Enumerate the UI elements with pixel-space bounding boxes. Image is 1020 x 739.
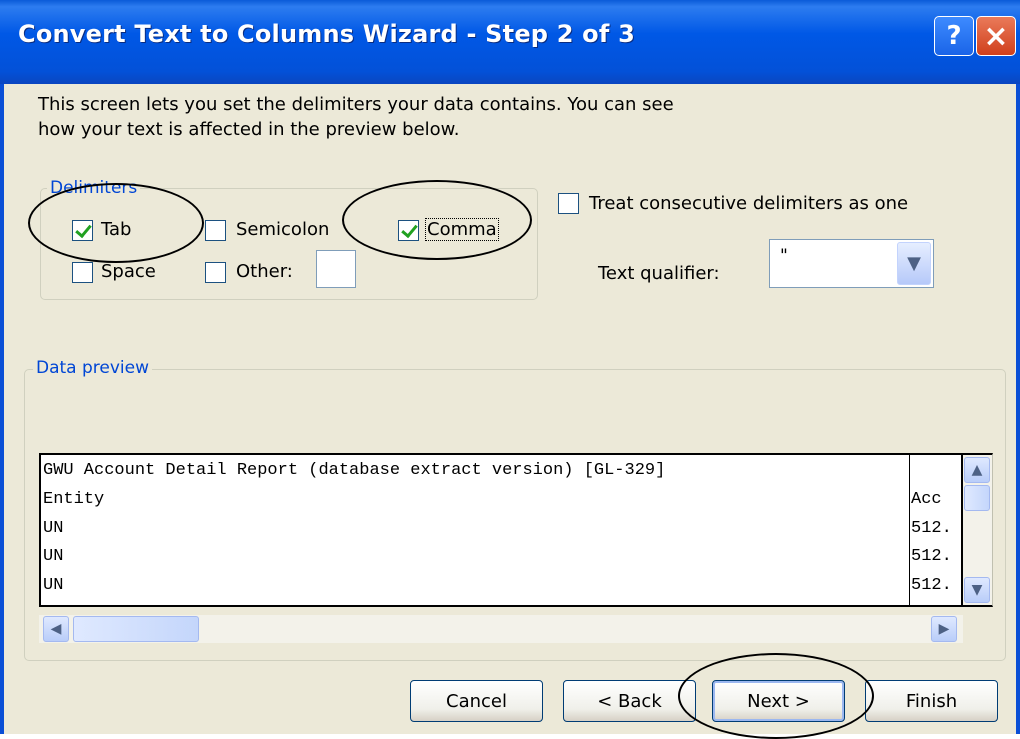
window-border-left [0,84,4,734]
tab-highlight-oval [28,183,204,263]
text-qualifier-select[interactable]: " ▼ [769,239,934,288]
intro-line-1: This screen lets you set the delimiters … [38,94,674,115]
preview-horizontal-scrollbar[interactable]: ◀ ▶ [39,615,963,643]
help-button[interactable]: ? [934,16,974,56]
finish-button[interactable]: Finish [865,680,998,722]
semicolon-checkbox[interactable] [205,220,226,241]
preview-row-1: GWU Account Detail Report (database extr… [43,461,666,480]
column-divider [909,455,910,605]
intro-text: This screen lets you set the delimiters … [38,92,798,142]
next-highlight-oval [678,653,874,739]
other-delimiter-input[interactable] [316,250,356,288]
intro-line-2: how your text is affected in the preview… [38,119,460,140]
preview-vertical-scrollbar[interactable]: ▲ ▼ [963,453,993,607]
preview-row-3: UN [43,519,64,538]
preview-row-5-col-2: 512. [911,576,952,595]
text-qualifier-label: Text qualifier: [598,263,720,284]
preview-row-2: Entity [43,490,105,509]
consecutive-delimiters-checkbox[interactable] [558,193,579,214]
other-checkbox[interactable] [205,262,226,283]
scroll-right-icon[interactable]: ▶ [931,616,957,642]
text-qualifier-value: " [780,246,788,266]
other-label[interactable]: Other: [236,261,293,282]
preview-row-4: UN [43,547,64,566]
back-button[interactable]: < Back [563,680,696,722]
space-label[interactable]: Space [101,261,156,282]
vertical-scroll-thumb[interactable] [964,485,990,511]
space-checkbox[interactable] [72,262,93,283]
preview-row-2-col-2: Acc [911,490,942,509]
title-bar[interactable]: Convert Text to Columns Wizard - Step 2 … [0,0,1020,84]
preview-row-1-col-2 [911,461,961,485]
comma-highlight-oval [342,180,532,260]
dialog-title: Convert Text to Columns Wizard - Step 2 … [18,20,635,48]
preview-row-4-col-2: 512. [911,547,952,566]
close-button[interactable]: × [976,16,1016,56]
consecutive-delimiters-label[interactable]: Treat consecutive delimiters as one [589,193,908,214]
scroll-left-icon[interactable]: ◀ [43,616,69,642]
window-border-right [1016,84,1020,734]
cancel-button[interactable]: Cancel [410,680,543,722]
wizard-dialog: Convert Text to Columns Wizard - Step 2 … [0,0,1020,739]
preview-row-5: UN [43,576,64,595]
chevron-down-icon[interactable]: ▼ [897,242,931,285]
semicolon-label[interactable]: Semicolon [236,219,329,240]
data-preview-grid[interactable]: GWU Account Detail Report (database extr… [39,453,963,607]
data-preview-title: Data preview [33,358,153,378]
scroll-up-icon[interactable]: ▲ [964,457,990,483]
preview-row-3-col-2: 512. [911,519,952,538]
horizontal-scroll-thumb[interactable] [73,616,199,642]
scroll-down-icon[interactable]: ▼ [964,577,990,603]
